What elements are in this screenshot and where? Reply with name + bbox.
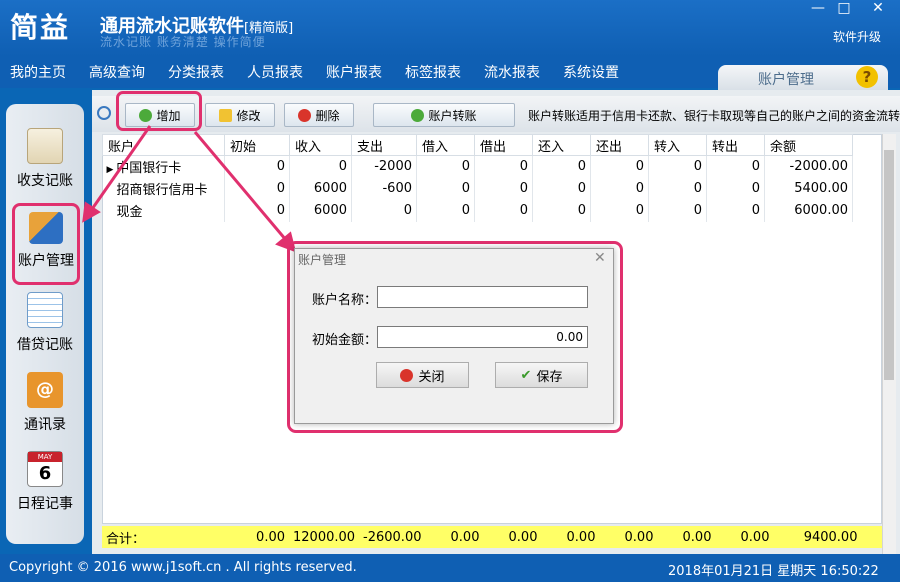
arrow-head-accounts [82, 201, 101, 223]
save-label: 保存 [536, 369, 563, 385]
close-button[interactable]: 关闭 [376, 362, 469, 388]
account-name-label: 账户名称： [312, 293, 378, 308]
close-icon [400, 368, 414, 382]
initial-amount-field[interactable] [377, 326, 588, 348]
arrow-to-accounts [88, 125, 152, 213]
save-button[interactable]: ✔ 保存 [495, 362, 588, 388]
initial-amount-label: 初始金额： [312, 333, 378, 348]
dialog-close-icon[interactable]: ✕ [594, 250, 606, 266]
account-name-field[interactable] [377, 286, 588, 308]
checkmark-icon: ✔ [520, 367, 532, 383]
arrow-to-dialog [193, 131, 288, 241]
dialog-title: 账户管理 [298, 253, 347, 267]
close-label: 关闭 [418, 369, 445, 385]
